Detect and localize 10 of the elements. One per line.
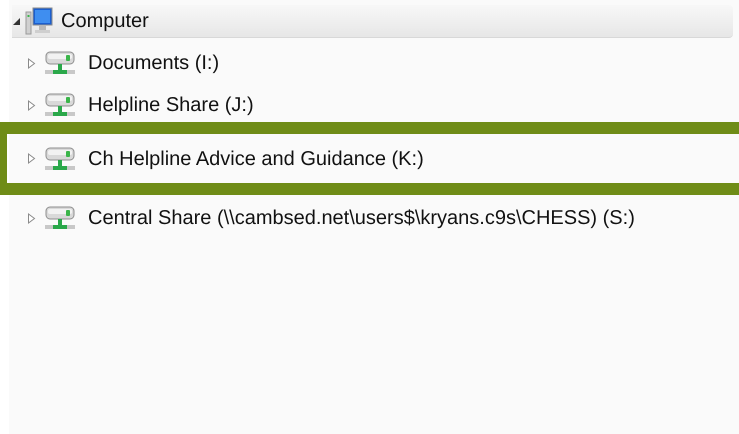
tree-item[interactable]: Computer <box>61 9 149 33</box>
network-drive-icon <box>44 206 76 230</box>
tree-item[interactable]: Central Share (\\cambsed.net\users$\kryans.c9s\CHESS) (S:) <box>88 206 635 230</box>
tree-item[interactable]: Ch Helpline Advice and Guidance (K:) <box>88 146 424 170</box>
tree-item[interactable]: Documents (I:) <box>88 51 220 75</box>
tree-item[interactable]: Helpline Share (J:) <box>88 93 254 117</box>
network-drive-icon <box>44 93 76 117</box>
network-drive-icon <box>44 51 76 75</box>
expander-icon[interactable] <box>12 16 21 26</box>
network-drive-icon <box>44 146 76 170</box>
